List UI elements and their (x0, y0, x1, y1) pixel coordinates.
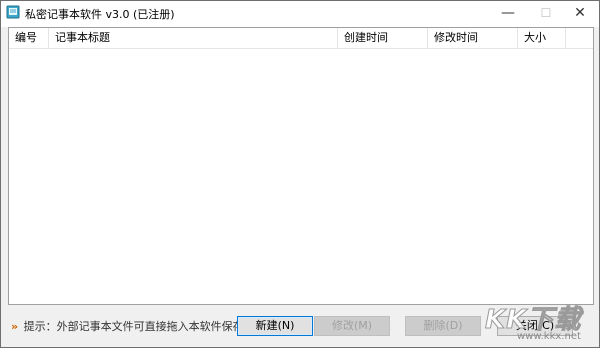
close-window-button[interactable]: ✕ (561, 1, 599, 25)
watermark-url: www.kkx.net (517, 331, 581, 342)
column-header-created[interactable]: 创建时间 (338, 28, 428, 48)
delete-button[interactable]: 删除(D) (405, 316, 481, 336)
minimize-button[interactable]: — (489, 1, 527, 25)
watermark: KK下载 www.kkx.net (485, 299, 595, 345)
app-window: 私密记事本软件 v3.0 (已注册) — ☐ ✕ 编号 记事本标题 创建时间 修… (0, 0, 600, 348)
edit-button[interactable]: 修改(M) (314, 316, 390, 336)
window-title: 私密记事本软件 v3.0 (已注册) (25, 8, 175, 21)
list-header: 编号 记事本标题 创建时间 修改时间 大小 (9, 28, 593, 49)
column-header-title[interactable]: 记事本标题 (49, 28, 338, 48)
column-header-id[interactable]: 编号 (9, 28, 49, 48)
notebook-icon (6, 5, 20, 19)
new-button[interactable]: 新建(N) (237, 316, 313, 336)
column-header-modified[interactable]: 修改时间 (428, 28, 518, 48)
double-arrow-icon: » (11, 320, 19, 333)
notes-list[interactable]: 编号 记事本标题 创建时间 修改时间 大小 (8, 27, 594, 305)
close-icon: ✕ (574, 5, 586, 21)
hint-text: » 提示：外部记事本文件可直接拖入本软件保存 (11, 318, 244, 334)
maximize-button[interactable]: ☐ (527, 1, 565, 25)
maximize-icon: ☐ (540, 6, 552, 20)
title-bar[interactable]: 私密记事本软件 v3.0 (已注册) — ☐ ✕ (1, 1, 599, 27)
column-header-size[interactable]: 大小 (518, 28, 566, 48)
minimize-icon: — (501, 5, 515, 21)
hint-label: 提示：外部记事本文件可直接拖入本软件保存 (23, 320, 244, 333)
